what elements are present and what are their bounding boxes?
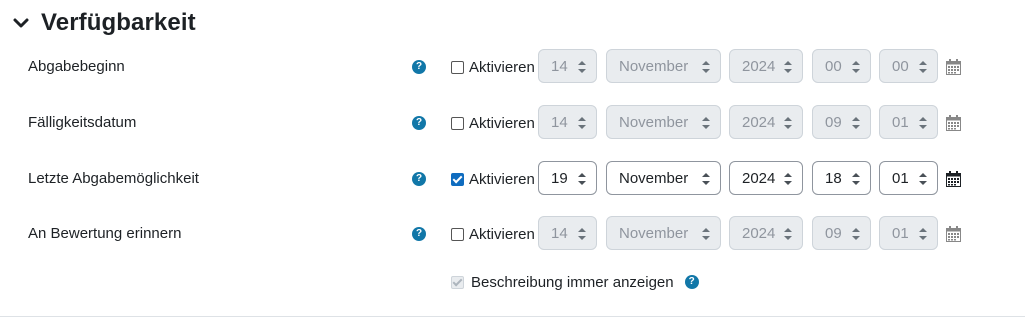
day-value: 14	[551, 57, 568, 75]
select-arrows-icon	[784, 117, 792, 129]
enable-label: Aktivieren	[469, 114, 535, 132]
minute-value: 00	[892, 57, 909, 75]
hour-select[interactable]: 18	[812, 161, 871, 195]
help-icon[interactable]: ?	[412, 227, 426, 241]
year-select[interactable]: 2024	[729, 161, 803, 195]
field-label: Letzte Abgabemöglichkeit	[28, 170, 199, 187]
help-icon[interactable]: ?	[412, 60, 426, 74]
help-icon[interactable]: ?	[412, 116, 426, 130]
select-arrows-icon	[702, 61, 710, 73]
calendar-icon[interactable]	[946, 59, 961, 75]
field-label: Fälligkeitsdatum	[28, 114, 137, 131]
year-value: 2024	[742, 57, 776, 75]
day-select[interactable]: 14	[538, 216, 597, 250]
month-select[interactable]: November	[606, 161, 721, 195]
year-select[interactable]: 2024	[729, 49, 803, 83]
select-arrows-icon	[919, 228, 927, 240]
select-arrows-icon	[852, 173, 860, 185]
minute-value: 01	[892, 169, 909, 187]
always-show-description-checkbox[interactable]	[451, 275, 464, 289]
select-arrows-icon	[919, 61, 927, 73]
always-show-description-label: Beschreibung immer anzeigen	[471, 273, 674, 291]
year-value: 2024	[742, 113, 776, 131]
year-value: 2024	[742, 224, 776, 242]
field-label: An Bewertung erinnern	[28, 225, 182, 242]
checkbox-box[interactable]	[451, 60, 464, 74]
calendar-icon[interactable]	[946, 226, 961, 242]
minute-select[interactable]: 00	[879, 49, 938, 83]
select-arrows-icon	[852, 228, 860, 240]
day-select[interactable]: 14	[538, 49, 597, 83]
day-select[interactable]: 19	[538, 161, 597, 195]
hour-select[interactable]: 09	[812, 216, 871, 250]
date-row-letzte-abgabemoeglichkeit: Letzte Abgabemöglichkeit ? Aktivieren 19…	[0, 159, 1025, 199]
enable-checkbox[interactable]: Aktivieren	[451, 214, 535, 254]
checkbox-box[interactable]	[451, 116, 464, 130]
enable-label: Aktivieren	[469, 170, 535, 188]
checkbox-box[interactable]	[451, 172, 464, 186]
hour-value: 09	[825, 113, 842, 131]
hour-select[interactable]: 09	[812, 105, 871, 139]
month-select[interactable]: November	[606, 216, 721, 250]
select-arrows-icon	[578, 228, 586, 240]
select-arrows-icon	[702, 117, 710, 129]
minute-select[interactable]: 01	[879, 216, 938, 250]
month-value: November	[619, 113, 689, 131]
checkbox-box[interactable]	[451, 227, 464, 241]
select-arrows-icon	[784, 61, 792, 73]
hour-value: 18	[825, 169, 842, 187]
month-value: November	[619, 224, 689, 242]
month-value: November	[619, 57, 689, 75]
day-value: 14	[551, 224, 568, 242]
hour-value: 09	[825, 224, 842, 242]
calendar-icon[interactable]	[946, 171, 961, 187]
select-arrows-icon	[784, 228, 792, 240]
hour-select[interactable]: 00	[812, 49, 871, 83]
minute-select[interactable]: 01	[879, 161, 938, 195]
day-select[interactable]: 14	[538, 105, 597, 139]
select-arrows-icon	[578, 117, 586, 129]
year-select[interactable]: 2024	[729, 105, 803, 139]
minute-value: 01	[892, 224, 909, 242]
help-icon[interactable]: ?	[684, 275, 699, 289]
minute-value: 01	[892, 113, 909, 131]
year-value: 2024	[742, 169, 776, 187]
select-arrows-icon	[852, 61, 860, 73]
hour-value: 00	[825, 57, 842, 75]
enable-label: Aktivieren	[469, 225, 535, 243]
select-arrows-icon	[578, 61, 586, 73]
year-select[interactable]: 2024	[729, 216, 803, 250]
enable-label: Aktivieren	[469, 58, 535, 76]
always-show-description-option: Beschreibung immer anzeigen ?	[451, 262, 699, 302]
enable-checkbox[interactable]: Aktivieren	[451, 47, 535, 87]
month-select[interactable]: November	[606, 49, 721, 83]
calendar-icon[interactable]	[946, 115, 961, 131]
select-arrows-icon	[702, 228, 710, 240]
day-value: 19	[551, 169, 568, 187]
select-arrows-icon	[852, 117, 860, 129]
date-row-abgabebeginn: Abgabebeginn ? Aktivieren 14 November 20…	[0, 47, 1025, 87]
section-divider	[0, 316, 1025, 317]
enable-checkbox[interactable]: Aktivieren	[451, 159, 535, 199]
month-value: November	[619, 169, 689, 187]
select-arrows-icon	[784, 173, 792, 185]
month-select[interactable]: November	[606, 105, 721, 139]
select-arrows-icon	[578, 173, 586, 185]
select-arrows-icon	[919, 173, 927, 185]
chevron-down-icon[interactable]	[12, 14, 30, 32]
field-label: Abgabebeginn	[28, 58, 125, 75]
enable-checkbox[interactable]: Aktivieren	[451, 103, 535, 143]
day-value: 14	[551, 113, 568, 131]
select-arrows-icon	[702, 173, 710, 185]
date-row-an-bewertung-erinnern: An Bewertung erinnern ? Aktivieren 14 No…	[0, 214, 1025, 254]
date-row-faelligkeitsdatum: Fälligkeitsdatum ? Aktivieren 14 Novembe…	[0, 103, 1025, 143]
select-arrows-icon	[919, 117, 927, 129]
section-header[interactable]: Verfügbarkeit	[12, 6, 196, 40]
minute-select[interactable]: 01	[879, 105, 938, 139]
help-icon[interactable]: ?	[412, 172, 426, 186]
section-title: Verfügbarkeit	[41, 9, 196, 36]
